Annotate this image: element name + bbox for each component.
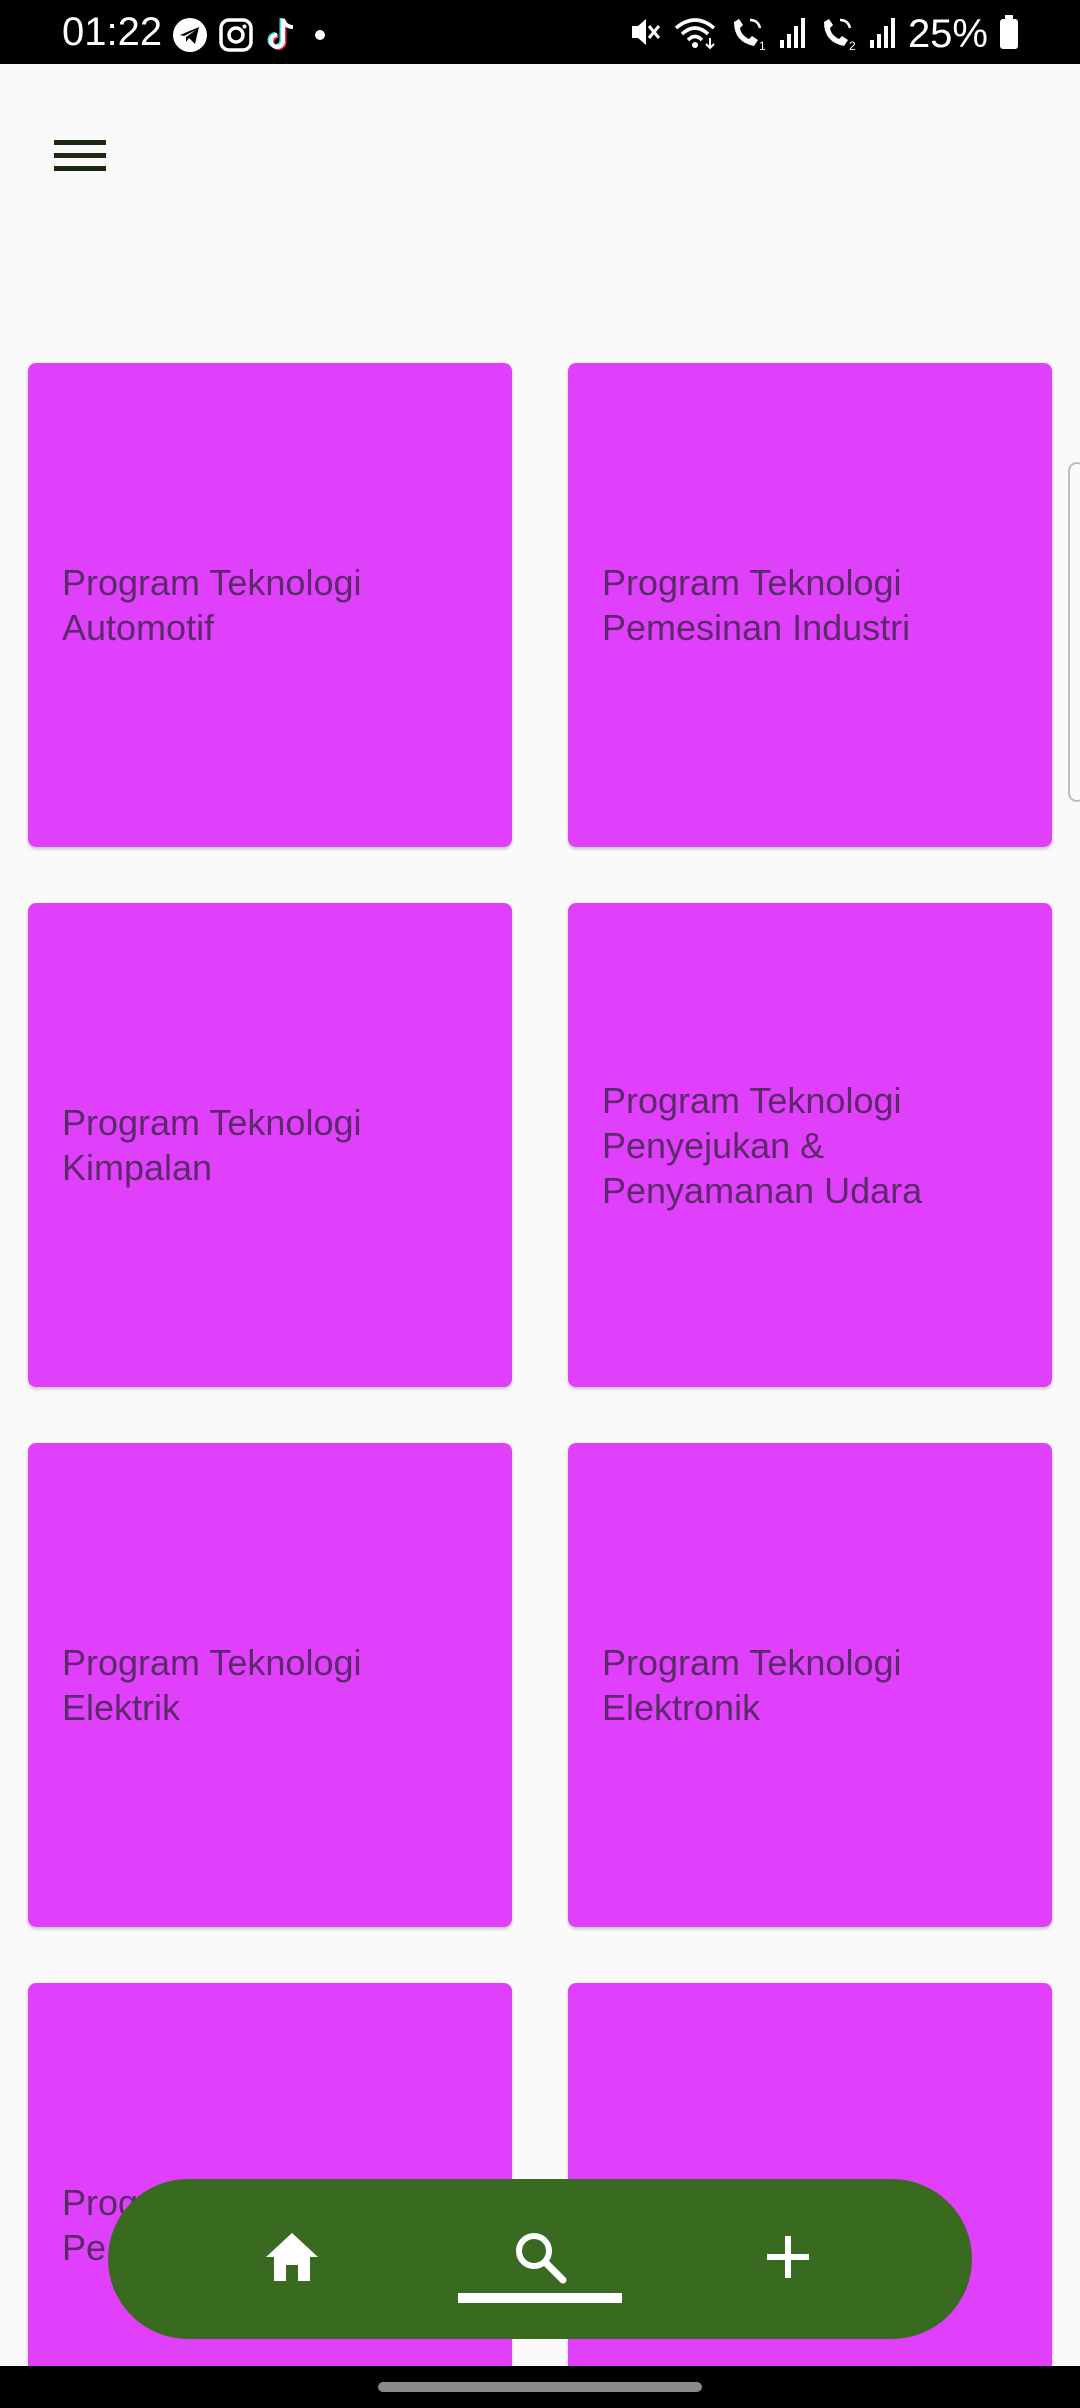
mute-icon <box>626 12 662 57</box>
wifi-icon <box>672 12 718 57</box>
nav-selected-indicator <box>458 2293 622 2303</box>
plus-icon <box>764 2233 812 2286</box>
svg-text:2: 2 <box>849 39 856 52</box>
dot-icon <box>310 17 330 58</box>
status-bar: 01:22 1 2 25% <box>0 0 1080 64</box>
program-card-label: Program Teknologi Automotif <box>62 562 362 648</box>
status-notification-icons <box>172 16 330 59</box>
program-card-label: Program Teknologi Pemesinan Industri <box>602 562 911 648</box>
program-card-label: Program Teknologi Elektronik <box>602 1642 902 1728</box>
program-card-label: Program Teknologi Kimpalan <box>62 1102 362 1188</box>
home-gesture-handle[interactable] <box>378 2382 702 2392</box>
program-card-elektronik[interactable]: Program Teknologi Elektronik <box>568 1443 1052 1927</box>
battery-percent: 25% <box>907 12 988 56</box>
program-card-pemesinan-industri[interactable]: Program Teknologi Pemesinan Industri <box>568 363 1052 847</box>
nav-search-button[interactable] <box>458 2199 622 2319</box>
nav-home-button[interactable] <box>232 2199 352 2319</box>
hamburger-menu-icon <box>54 136 106 181</box>
svg-text:1: 1 <box>759 39 766 52</box>
program-card-kimpalan[interactable]: Program Teknologi Kimpalan <box>28 903 512 1387</box>
app-content: Program Teknologi Automotif Program Tekn… <box>0 64 1080 2366</box>
home-icon <box>262 2229 322 2290</box>
wifi-call-2-icon: 2 <box>818 12 858 57</box>
program-grid: Program Teknologi Automotif Program Tekn… <box>28 363 1052 2366</box>
battery-icon <box>998 14 1020 55</box>
edge-panel-handle[interactable] <box>1068 462 1080 802</box>
program-card-label: Program Teknologi Elektrik <box>62 1642 362 1728</box>
telegram-icon <box>172 17 208 58</box>
menu-button[interactable] <box>38 116 122 200</box>
search-icon <box>512 2229 568 2290</box>
bottom-navigation <box>108 2179 972 2339</box>
wifi-call-1-icon: 1 <box>728 12 768 57</box>
phone-screen: 01:22 1 2 25% Program Teknologi Automoti… <box>0 0 1080 2408</box>
program-card-label: Program Teknologi Penyejukan & Penyamana… <box>602 1079 923 1211</box>
system-gesture-bar <box>0 2366 1080 2408</box>
status-system-icons: 1 2 25% <box>626 10 1020 58</box>
signal-1-icon <box>778 12 808 57</box>
status-time: 01:22 <box>62 10 163 54</box>
program-card-penyejukan[interactable]: Program Teknologi Penyejukan & Penyamana… <box>568 903 1052 1387</box>
program-card-elektrik[interactable]: Program Teknologi Elektrik <box>28 1443 512 1927</box>
signal-2-icon <box>868 12 898 57</box>
instagram-icon <box>218 17 254 58</box>
program-card-automotif[interactable]: Program Teknologi Automotif <box>28 363 512 847</box>
tiktok-icon <box>264 16 300 59</box>
nav-add-button[interactable] <box>728 2199 848 2319</box>
